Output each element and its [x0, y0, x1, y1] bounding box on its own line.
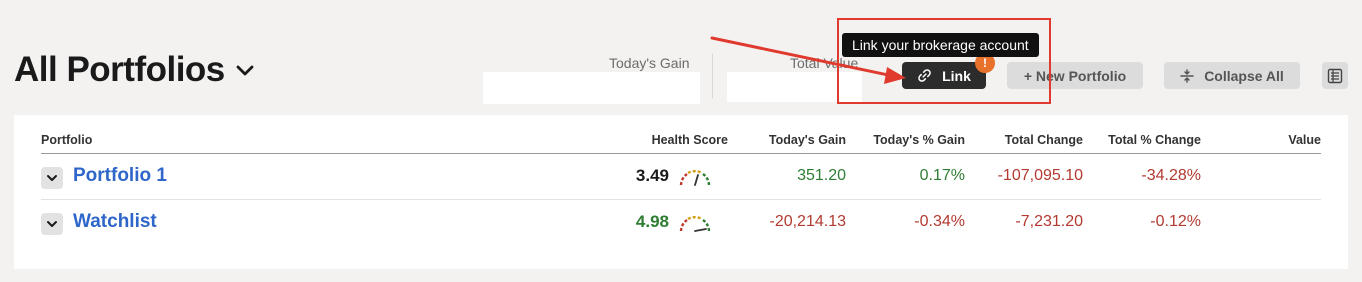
portfolio-name-link[interactable]: Portfolio 1 — [73, 165, 167, 187]
todays-gain-label: Today's Gain — [609, 55, 690, 71]
todays-gain-value — [483, 72, 700, 104]
total-change-cell: -107,095.10 — [997, 167, 1083, 184]
link-icon — [918, 69, 931, 82]
expand-button[interactable] — [41, 167, 63, 189]
chevron-down-icon — [47, 221, 57, 227]
total-value-value — [727, 72, 862, 102]
expand-button[interactable] — [41, 213, 63, 235]
gauge-icon — [679, 170, 711, 186]
chevron-down-icon[interactable] — [233, 58, 257, 82]
todays-gain-cell: -20,214.13 — [769, 213, 846, 230]
chevron-down-icon — [47, 175, 57, 181]
page-title[interactable]: All Portfolios — [14, 50, 257, 90]
column-header-todays-gain[interactable]: Today's Gain — [769, 133, 846, 147]
health-score: 3.49 — [635, 166, 669, 185]
total-change-cell: -7,231.20 — [1015, 213, 1083, 230]
table-row: Portfolio 1 3.49 351.20 0.17% -107,095.1… — [14, 157, 1348, 203]
column-header-total-pct-change[interactable]: Total % Change — [1108, 133, 1201, 147]
table-row: Watchlist 4.98 -20,214.13 -0.34% -7,231.… — [14, 203, 1348, 249]
column-header-todays-pct-gain[interactable]: Today's % Gain — [873, 133, 965, 147]
page-title-text: All Portfolios — [14, 50, 225, 89]
new-portfolio-button[interactable]: + New Portfolio — [1007, 62, 1143, 89]
collapse-all-label: Collapse All — [1204, 67, 1284, 84]
todays-pct-gain-cell: -0.34% — [914, 213, 965, 230]
link-button-label: Link — [942, 67, 971, 84]
total-pct-change-cell: -34.28% — [1141, 167, 1201, 184]
gauge-icon — [679, 216, 711, 232]
column-header-health-score[interactable]: Health Score — [652, 133, 728, 147]
new-portfolio-label: + New Portfolio — [1023, 67, 1127, 84]
collapse-icon — [1180, 68, 1194, 83]
row-divider — [41, 199, 1321, 200]
column-header-value[interactable]: Value — [1288, 133, 1321, 147]
total-pct-change-cell: -0.12% — [1150, 213, 1201, 230]
total-value-label: Total Value — [790, 55, 859, 71]
collapse-all-button[interactable]: Collapse All — [1164, 62, 1300, 89]
portfolio-table: Portfolio Health Score Today's Gain Toda… — [14, 115, 1348, 269]
todays-gain-cell: 351.20 — [797, 167, 846, 184]
highlight-box — [837, 18, 1051, 104]
header-divider-line — [41, 153, 1321, 154]
health-score: 4.98 — [635, 212, 669, 231]
portfolio-name-link[interactable]: Watchlist — [73, 211, 157, 233]
link-button[interactable]: Link — [902, 62, 986, 89]
header-divider — [712, 54, 713, 98]
link-tooltip: Link your brokerage account — [842, 33, 1039, 57]
column-header-portfolio[interactable]: Portfolio — [41, 133, 92, 147]
todays-pct-gain-cell: 0.17% — [919, 167, 965, 184]
view-toggle-button[interactable] — [1322, 62, 1348, 89]
column-header-total-change[interactable]: Total Change — [1005, 133, 1083, 147]
view-toggle-icon — [1327, 68, 1343, 83]
